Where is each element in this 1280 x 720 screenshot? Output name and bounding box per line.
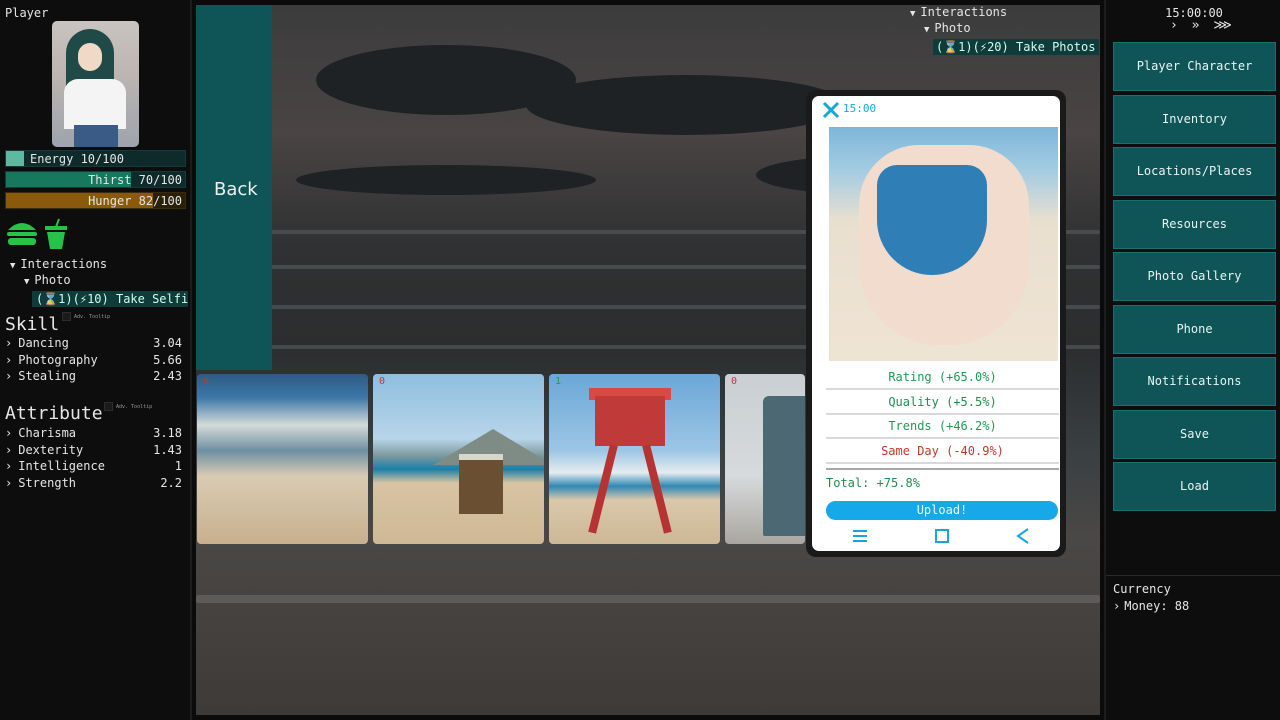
currency-divider [1106, 575, 1280, 576]
hunger-bar: Hunger 82/100 [5, 192, 186, 209]
phone-overlay: 15:00 Rating (+65.0%) Quality (+5.5%) Tren… [806, 90, 1066, 557]
speed-fastest-button[interactable]: ⋙ [1213, 18, 1235, 33]
photo-spot-waves[interactable]: 0 [197, 374, 368, 544]
speed-normal-button[interactable]: › [1170, 18, 1181, 33]
attribute-row-charisma[interactable]: › Charisma 3.18 [5, 426, 182, 440]
photo-preview [829, 127, 1058, 361]
thirst-bar: Thirst 70/100 [5, 171, 186, 188]
attribute-title: Attribute [5, 403, 103, 424]
take-photos-button[interactable]: (⌛1)(⚡20) Take Photos [933, 39, 1099, 55]
thirst-label: Thirst 70/100 [88, 173, 182, 187]
burger-icon [5, 218, 39, 250]
drink-cup-icon [43, 218, 69, 250]
take-selfies-button[interactable]: (⌛1)(⚡10) Take Selfies [32, 291, 188, 307]
top-tree-interactions[interactable]: ▼ Interactions [910, 5, 1007, 19]
tree-photo[interactable]: ▼ Photo [24, 273, 71, 287]
money-readout: › Money: 88 [1113, 599, 1190, 613]
hunger-label: Hunger 82/100 [88, 194, 182, 208]
card-count: 0 [203, 376, 210, 387]
menu-resources-button[interactable]: Resources [1113, 199, 1276, 249]
energy-bar: Energy 10/100 [5, 150, 186, 167]
player-portrait[interactable] [52, 21, 139, 147]
top-tree-photo[interactable]: ▼ Photo [924, 21, 971, 35]
menu-inventory-button[interactable]: Inventory [1113, 94, 1276, 144]
skill-title: Skill [5, 314, 60, 335]
skill-row-stealing[interactable]: › Stealing 2.43 [5, 369, 182, 383]
card-count: 1 [555, 376, 562, 387]
left-sidebar: Player Energy 10/100 Thirst 70/100 Hunge… [0, 0, 192, 720]
menu-save-button[interactable]: Save [1113, 409, 1276, 459]
back-chevron-icon[interactable] [1015, 528, 1031, 547]
total-bonus: Total: +75.8% [826, 476, 920, 490]
menu-icon[interactable] [852, 528, 868, 547]
attribute-row-intelligence[interactable]: › Intelligence 1 [5, 459, 182, 473]
menu-photo-gallery-button[interactable]: Photo Gallery [1113, 252, 1276, 301]
card-count: 0 [731, 376, 738, 387]
energy-fill [6, 151, 24, 166]
back-label: Back [214, 179, 258, 200]
time-speed-controls: › » ⋙ [1170, 18, 1235, 33]
energy-label: Energy 10/100 [30, 152, 124, 166]
currency-title: Currency [1113, 582, 1171, 596]
card-count: 0 [379, 376, 386, 387]
photo-spot-shower-hut[interactable]: 0 [373, 374, 544, 544]
phone-time: 15:00 [843, 102, 877, 115]
close-icon[interactable] [822, 101, 840, 122]
menu-locations-places-button[interactable]: Locations/Places [1113, 147, 1276, 196]
menu-notifications-button[interactable]: Notifications [1113, 357, 1276, 406]
total-divider [826, 468, 1059, 470]
home-square-icon[interactable] [934, 528, 950, 547]
right-sidebar: 15:00:00 › » ⋙ Player Character Inventory… [1104, 0, 1280, 720]
skill-adv-tooltip-toggle[interactable]: Adv. Tooltip [62, 312, 110, 321]
photo-metric-2: Trends (+46.2%) [826, 415, 1059, 439]
skill-row-dancing[interactable]: › Dancing 3.04 [5, 336, 182, 350]
speed-fast-button[interactable]: » [1192, 18, 1203, 33]
menu-load-button[interactable]: Load [1113, 462, 1276, 511]
attribute-row-strength[interactable]: › Strength 2.2 [5, 476, 182, 490]
menu-phone-button[interactable]: Phone [1113, 304, 1276, 354]
upload-button[interactable]: Upload! [826, 501, 1058, 520]
skill-row-photography[interactable]: › Photography 5.66 [5, 353, 182, 367]
photo-spot-trash-can[interactable]: 0 [725, 374, 805, 544]
photo-metric-1: Quality (+5.5%) [826, 391, 1059, 415]
attribute-adv-tooltip-toggle[interactable]: Adv. Tooltip [104, 402, 152, 411]
phone-screen: 15:00 Rating (+65.0%) Quality (+5.5%) Tren… [812, 96, 1060, 551]
player-label: Player [5, 6, 49, 20]
back-button[interactable]: Back [196, 5, 272, 370]
photo-metric-3: Same Day (-40.9%) [826, 440, 1059, 464]
photo-metric-0: Rating (+65.0%) [826, 366, 1059, 390]
tree-interactions[interactable]: ▼ Interactions [10, 257, 107, 271]
attribute-row-dexterity[interactable]: › Dexterity 1.43 [5, 443, 182, 457]
photo-spot-lifeguard-tower[interactable]: 1 [549, 374, 720, 544]
menu-player-character-button[interactable]: Player Character [1113, 42, 1276, 91]
